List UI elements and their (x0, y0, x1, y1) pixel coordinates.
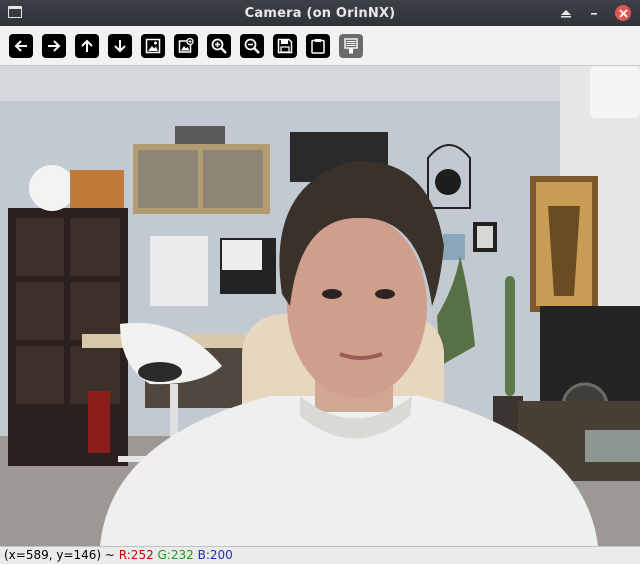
zoom-fit-button[interactable] (141, 34, 165, 58)
copy-clipboard-button[interactable] (306, 34, 330, 58)
pan-left-button[interactable] (9, 34, 33, 58)
pan-down-button[interactable] (108, 34, 132, 58)
toolbar (0, 26, 640, 66)
air-conditioner (590, 66, 640, 118)
camera-frame (0, 66, 640, 546)
pan-up-button[interactable] (75, 34, 99, 58)
pixel-blue-value: B:200 (197, 548, 233, 562)
save-icon (277, 38, 293, 54)
arrow-down-icon (114, 40, 126, 53)
clipboard-icon (311, 39, 325, 54)
save-button[interactable] (273, 34, 297, 58)
arrow-up-icon (81, 39, 93, 52)
window-title: Camera (on OrinNX) (244, 5, 396, 21)
camera-image-view[interactable] (0, 66, 640, 546)
properties-button[interactable] (339, 34, 363, 58)
zoom-in-button[interactable] (207, 34, 231, 58)
zoom-fit-icon (145, 38, 161, 54)
arrow-left-icon (14, 40, 27, 52)
window-icon[interactable] (8, 6, 22, 18)
zoom-original-button[interactable] (174, 34, 198, 58)
title-bar: Camera (on OrinNX) (0, 0, 640, 26)
zoom-original-icon (178, 37, 194, 53)
cursor-coordinates: (x=589, y=146) ~ (4, 548, 119, 562)
properties-icon (344, 38, 358, 54)
arrow-right-icon (48, 40, 61, 52)
minimize-icon[interactable] (586, 5, 602, 21)
zoom-in-icon (211, 38, 227, 54)
zoom-out-icon (244, 38, 260, 54)
close-icon[interactable] (615, 5, 631, 21)
cactus (505, 276, 515, 396)
status-bar: (x=589, y=146) ~ R:252 G:232 B:200 (0, 546, 640, 564)
pixel-red-value: R:252 (118, 548, 154, 562)
pixel-green-value: G:232 (157, 548, 194, 562)
shade-window-icon[interactable] (558, 5, 574, 21)
pan-right-button[interactable] (42, 34, 66, 58)
zoom-out-button[interactable] (240, 34, 264, 58)
